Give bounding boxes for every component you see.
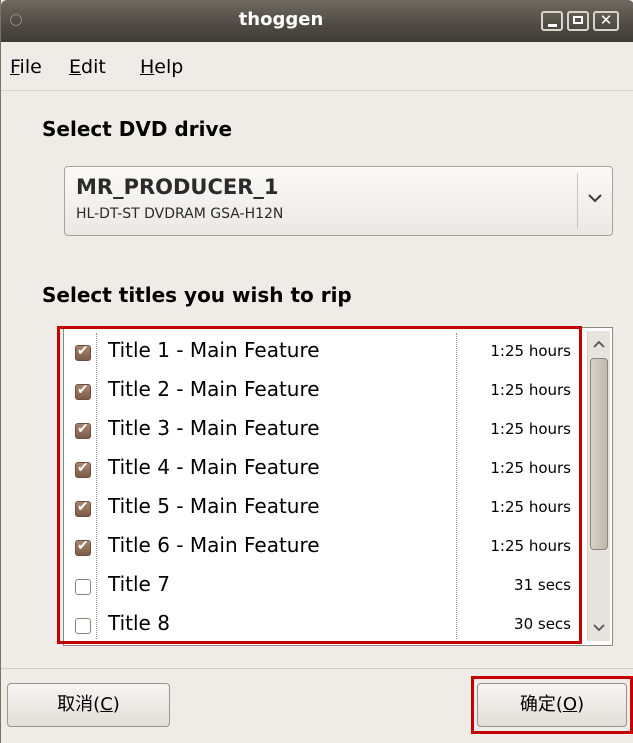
- chevron-down-icon: [588, 194, 602, 203]
- menu-help-mnemonic: H: [140, 56, 155, 78]
- title-name: Title 8: [108, 611, 170, 635]
- menu-file-label: ile: [19, 56, 42, 78]
- title-duration: 1:25 hours: [490, 537, 571, 555]
- button-area-divider: [1, 668, 633, 669]
- maximize-button[interactable]: [567, 11, 589, 31]
- title-duration: 1:25 hours: [490, 459, 571, 477]
- title-checkbox[interactable]: [75, 618, 91, 634]
- title-duration: 1:25 hours: [490, 381, 571, 399]
- title-row[interactable]: Title 3 - Main Feature 1:25 hours: [67, 411, 577, 450]
- thoggen-window: thoggen ✕ File Edit Help Select DVD driv…: [0, 0, 633, 743]
- title-row[interactable]: Title 4 - Main Feature 1:25 hours: [67, 450, 577, 489]
- cancel-mnemonic: C: [100, 694, 113, 715]
- title-checkbox[interactable]: [75, 460, 91, 478]
- title-row[interactable]: Title 7 31 secs: [67, 567, 577, 606]
- cancel-label-prefix: 取消(: [57, 694, 101, 715]
- titles-heading: Select titles you wish to rip: [42, 283, 352, 307]
- ok-label-prefix: 确定(: [519, 694, 563, 715]
- title-name: Title 3 - Main Feature: [108, 416, 320, 440]
- title-checkbox[interactable]: [75, 382, 91, 400]
- title-name: Title 7: [108, 572, 170, 596]
- title-name: Title 6 - Main Feature: [108, 533, 320, 557]
- minimize-icon: [548, 24, 557, 27]
- ok-mnemonic: O: [562, 694, 578, 715]
- drive-device: HL-DT-ST DVDRAM GSA-H12N: [76, 206, 284, 222]
- title-row[interactable]: Title 2 - Main Feature 1:25 hours: [67, 372, 577, 411]
- menu-file-mnemonic: F: [10, 56, 20, 78]
- combo-separator: [577, 173, 578, 229]
- title-duration: 31 secs: [514, 576, 571, 594]
- drive-name: MR_PRODUCER_1: [76, 175, 279, 199]
- title-row[interactable]: Title 5 - Main Feature 1:25 hours: [67, 489, 577, 528]
- menu-edit-mnemonic: E: [69, 56, 82, 78]
- list-scrollbar[interactable]: [587, 331, 610, 641]
- title-name: Title 2 - Main Feature: [108, 377, 320, 401]
- menu-edit[interactable]: Edit: [69, 56, 106, 78]
- menu-file[interactable]: File: [10, 56, 42, 78]
- close-icon: ✕: [599, 11, 613, 29]
- ok-button[interactable]: 确定(O): [477, 683, 627, 727]
- title-checkbox[interactable]: [75, 421, 91, 439]
- scroll-thumb[interactable]: [590, 358, 608, 550]
- close-button[interactable]: ✕: [593, 11, 619, 31]
- title-checkbox[interactable]: [75, 343, 91, 361]
- title-row[interactable]: Title 1 - Main Feature 1:25 hours: [67, 333, 577, 372]
- menu-bar: File Edit Help: [1, 42, 633, 91]
- drive-heading: Select DVD drive: [42, 117, 233, 141]
- dvd-drive-combo[interactable]: MR_PRODUCER_1 HL-DT-ST DVDRAM GSA-H12N: [64, 166, 613, 236]
- cancel-button[interactable]: 取消(C): [7, 683, 170, 727]
- maximize-icon: [573, 16, 583, 24]
- title-bar[interactable]: thoggen ✕: [1, 0, 633, 42]
- title-duration: 1:25 hours: [490, 420, 571, 438]
- scroll-down-icon[interactable]: [590, 617, 608, 637]
- cancel-label-suffix: ): [112, 694, 120, 715]
- title-checkbox[interactable]: [75, 499, 91, 517]
- menu-edit-label: dit: [81, 56, 106, 78]
- title-name: Title 4 - Main Feature: [108, 455, 320, 479]
- window-title: thoggen: [238, 9, 324, 30]
- minimize-button[interactable]: [541, 11, 563, 31]
- ok-label-suffix: ): [577, 694, 585, 715]
- title-row[interactable]: Title 6 - Main Feature 1:25 hours: [67, 528, 577, 567]
- title-name: Title 1 - Main Feature: [108, 338, 320, 362]
- menu-help[interactable]: Help: [140, 56, 183, 78]
- title-duration: 30 secs: [514, 615, 571, 633]
- title-name: Title 5 - Main Feature: [108, 494, 320, 518]
- title-row[interactable]: Title 8 30 secs: [67, 606, 577, 645]
- menu-help-label: elp: [154, 56, 184, 78]
- title-duration: 1:25 hours: [490, 498, 571, 516]
- title-checkbox[interactable]: [75, 579, 91, 595]
- scroll-up-icon[interactable]: [590, 335, 608, 355]
- title-checkbox[interactable]: [75, 538, 91, 556]
- title-duration: 1:25 hours: [490, 342, 571, 360]
